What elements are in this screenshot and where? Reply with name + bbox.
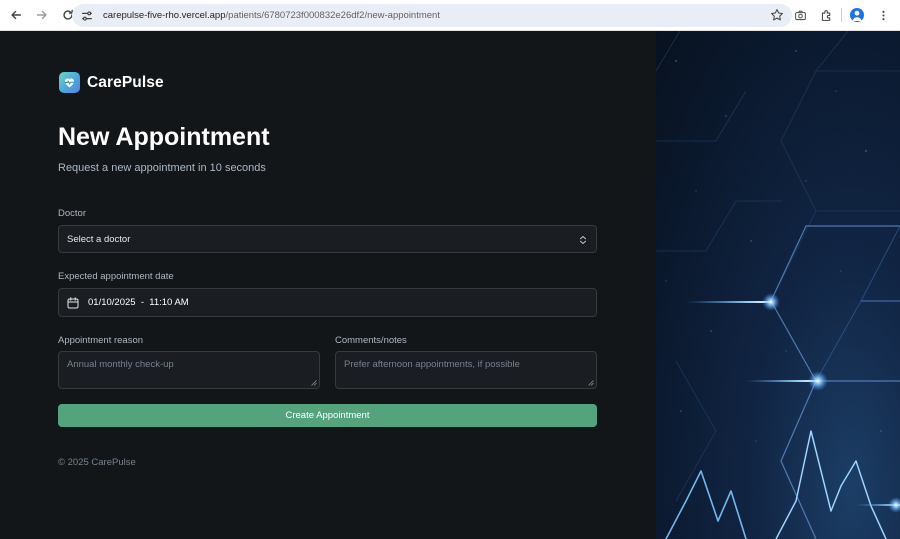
page-subtitle: Request a new appointment in 10 seconds (58, 162, 266, 174)
page-title: New Appointment (58, 123, 270, 151)
star-icon[interactable] (770, 8, 784, 22)
more-vert-icon[interactable] (872, 4, 894, 26)
brand-logo[interactable]: CarePulse (59, 72, 164, 93)
camera-icon[interactable] (789, 4, 811, 26)
url-text: carepulse-five-rho.vercel.app/patients/6… (103, 10, 440, 21)
notes-placeholder: Prefer afternoon appointments, if possib… (344, 359, 520, 370)
reason-label: Appointment reason (58, 335, 144, 346)
browser-toolbar: carepulse-five-rho.vercel.app/patients/6… (0, 0, 900, 31)
back-arrow-icon[interactable] (4, 3, 28, 27)
address-bar[interactable]: carepulse-five-rho.vercel.app/patients/6… (72, 4, 792, 27)
doctor-select-value: Select a doctor (67, 233, 131, 245)
profile-icon[interactable] (846, 4, 868, 26)
reason-placeholder: Annual monthly check-up (67, 359, 174, 370)
carepulse-logo-icon (59, 72, 80, 93)
hexagon-heartbeat-illustration (656, 31, 900, 539)
notes-label: Comments/notes (335, 335, 407, 346)
forward-arrow-icon[interactable] (30, 3, 54, 27)
chevron-up-down-icon (580, 236, 586, 244)
reason-textarea[interactable]: Annual monthly check-up (58, 351, 320, 389)
copyright-text: © 2025 CarePulse (58, 457, 136, 468)
create-appointment-button[interactable]: Create Appointment (58, 404, 597, 427)
url-host: carepulse-five-rho.vercel.app (103, 10, 226, 21)
url-path: /patients/6780723f000832e26df2/new-appoi… (225, 10, 440, 21)
notes-textarea[interactable]: Prefer afternoon appointments, if possib… (335, 351, 597, 389)
appointment-form-pane: CarePulse New Appointment Request a new … (0, 31, 656, 539)
date-value: 01/10/2025 - 11:10 AM (88, 297, 189, 308)
doctor-select[interactable]: Select a doctor (58, 225, 597, 253)
brand-name: CarePulse (87, 73, 164, 91)
tune-icon[interactable] (80, 9, 94, 23)
doctor-label: Doctor (58, 208, 86, 219)
date-picker[interactable]: 01/10/2025 - 11:10 AM (58, 288, 597, 317)
hero-image (656, 31, 900, 539)
toolbar-divider (841, 8, 842, 22)
extensions-icon[interactable] (815, 4, 837, 26)
calendar-icon (67, 296, 79, 308)
resize-grip-icon[interactable] (310, 379, 317, 386)
resize-grip-icon[interactable] (587, 379, 594, 386)
date-label: Expected appointment date (58, 271, 174, 282)
